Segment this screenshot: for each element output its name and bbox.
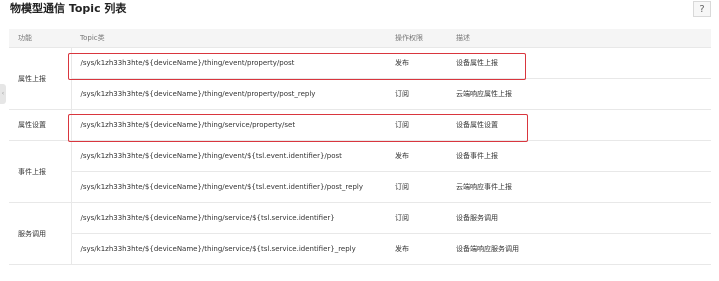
table-row: 属性设置 /sys/k1zh33h3hte/${deviceName}/thin… — [9, 109, 711, 141]
perm-cell: 发布 — [386, 47, 447, 79]
table-row: 服务调用 /sys/k1zh33h3hte/${deviceName}/thin… — [9, 202, 711, 265]
perm-cell: 订阅 — [386, 109, 447, 141]
column-header-perm: 操作权限 — [386, 29, 447, 48]
func-cell: 属性上报 — [9, 47, 72, 110]
table-row: 事件上报 /sys/k1zh33h3hte/${deviceName}/thin… — [9, 140, 711, 203]
collapse-handle-icon[interactable]: ‹ — [0, 84, 6, 104]
desc-cell: 云端响应属性上报 — [447, 78, 711, 110]
topic-cell: /sys/k1zh33h3hte/${deviceName}/thing/ser… — [71, 109, 386, 141]
topic-cell: /sys/k1zh33h3hte/${deviceName}/thing/eve… — [71, 78, 386, 110]
perm-cell: 订阅 — [386, 78, 447, 110]
table-row: 属性上报 /sys/k1zh33h3hte/${deviceName}/thin… — [9, 47, 711, 110]
perm-cell: 发布 — [386, 140, 447, 172]
table-row: /sys/k1zh33h3hte/${deviceName}/thing/ser… — [9, 233, 711, 265]
topic-cell: /sys/k1zh33h3hte/${deviceName}/thing/eve… — [71, 47, 386, 79]
topic-list-panel: 物模型通信 Topic 列表 ? ‹ 功能 Topic类 操作权限 描述 属性上… — [0, 0, 719, 281]
func-cell: 属性设置 — [9, 109, 72, 141]
table-row: /sys/k1zh33h3hte/${deviceName}/thing/eve… — [9, 78, 711, 110]
perm-cell: 订阅 — [386, 171, 447, 203]
topic-cell: /sys/k1zh33h3hte/${deviceName}/thing/eve… — [71, 140, 386, 172]
topic-table: 功能 Topic类 操作权限 描述 属性上报 /sys/k1zh33h3hte/… — [9, 29, 711, 265]
table-header-row: 功能 Topic类 操作权限 描述 — [9, 29, 711, 48]
perm-cell: 发布 — [386, 233, 447, 265]
desc-cell: 云端响应事件上报 — [447, 171, 711, 203]
desc-cell: 设备属性设置 — [447, 109, 711, 141]
perm-cell: 订阅 — [386, 202, 447, 234]
column-header-desc: 描述 — [447, 29, 711, 48]
topic-cell: /sys/k1zh33h3hte/${deviceName}/thing/ser… — [71, 202, 386, 234]
desc-cell: 设备属性上报 — [447, 47, 711, 79]
table-row: /sys/k1zh33h3hte/${deviceName}/thing/eve… — [9, 171, 711, 203]
column-header-func: 功能 — [9, 29, 71, 48]
help-button[interactable]: ? — [693, 1, 711, 17]
func-cell: 服务调用 — [9, 202, 72, 265]
column-header-topic: Topic类 — [71, 29, 386, 48]
topic-cell: /sys/k1zh33h3hte/${deviceName}/thing/eve… — [71, 171, 386, 203]
topic-cell: /sys/k1zh33h3hte/${deviceName}/thing/ser… — [71, 233, 386, 265]
desc-cell: 设备端响应服务调用 — [447, 233, 711, 265]
desc-cell: 设备服务调用 — [447, 202, 711, 234]
desc-cell: 设备事件上报 — [447, 140, 711, 172]
panel-title: 物模型通信 Topic 列表 — [10, 2, 127, 15]
func-cell: 事件上报 — [9, 140, 72, 203]
